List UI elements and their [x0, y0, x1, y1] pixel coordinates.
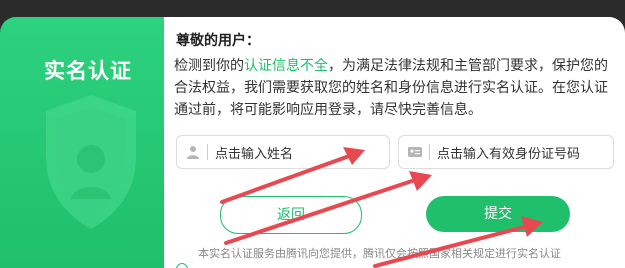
arrow-to-name-input-icon — [220, 147, 365, 204]
annotation-arrows — [220, 147, 543, 268]
real-name-auth-dialog: 实名认证 尊敬的用户： 检测到你的认证信息不全，为满足法律法规和主管部门要求，保… — [0, 0, 625, 268]
arrow-to-submit-button-icon — [373, 216, 543, 268]
arrow-to-id-input-icon — [224, 171, 432, 245]
